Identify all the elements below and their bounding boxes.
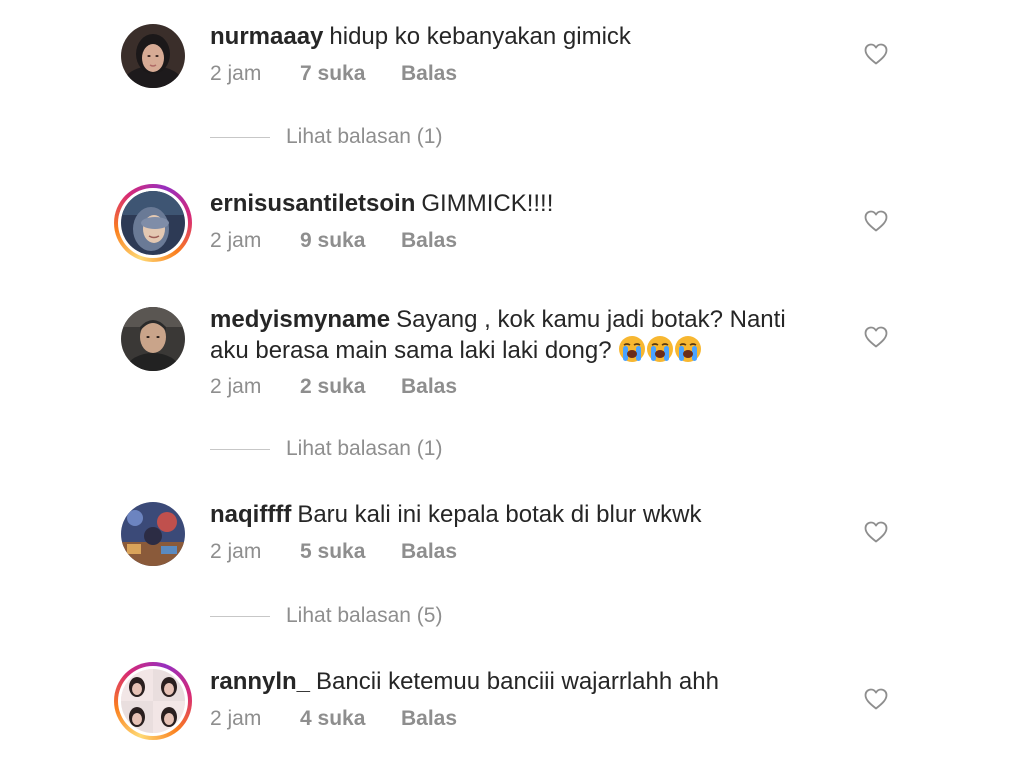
view-replies-label: Lihat balasan (1) bbox=[286, 125, 443, 148]
comment-body: Bancii ketemuu banciii wajarrlahh ahh bbox=[316, 668, 719, 695]
comment-meta: 2 jam 2 suka Balas bbox=[210, 375, 457, 399]
heart-outline-icon[interactable] bbox=[864, 521, 888, 543]
reply-button[interactable]: Balas bbox=[401, 540, 457, 564]
avatar[interactable] bbox=[121, 307, 185, 371]
comment-time: 2 jam bbox=[210, 62, 262, 85]
comment-body: hidup ko kebanyakan gimick bbox=[329, 23, 631, 50]
comment-text: rannyln_ Bancii ketemuu banciii wajarrlah… bbox=[210, 666, 830, 697]
comment-text: medyismyname Sayang , kok kamu jadi botak… bbox=[210, 304, 830, 366]
avatar[interactable] bbox=[121, 24, 185, 88]
comment-likes[interactable]: 4 suka bbox=[300, 707, 401, 731]
avatar-story-ring[interactable] bbox=[114, 662, 192, 740]
comment-meta: 2 jam 9 suka Balas bbox=[210, 229, 457, 253]
comment-text: ernisusantiletsoin GIMMICK!!!! bbox=[210, 188, 830, 219]
view-replies-label: Lihat balasan (1) bbox=[286, 437, 443, 460]
avatar bbox=[121, 669, 185, 733]
reply-button[interactable]: Balas bbox=[401, 62, 457, 86]
comment-time: 2 jam bbox=[210, 707, 262, 730]
comment-meta: 2 jam 5 suka Balas bbox=[210, 540, 457, 564]
loudly-crying-face-icon bbox=[647, 336, 674, 362]
heart-outline-icon[interactable] bbox=[864, 43, 888, 65]
emoji-group bbox=[618, 336, 702, 364]
comment-username[interactable]: medyismyname bbox=[210, 306, 390, 333]
avatar[interactable] bbox=[121, 502, 185, 566]
heart-outline-icon[interactable] bbox=[864, 688, 888, 710]
avatar bbox=[121, 191, 185, 255]
replies-divider-line bbox=[210, 448, 270, 450]
replies-divider-line bbox=[210, 615, 270, 617]
view-replies-button[interactable]: Lihat balasan (1) bbox=[210, 437, 442, 461]
comment-username[interactable]: nurmaaay bbox=[210, 23, 323, 50]
comment-likes[interactable]: 9 suka bbox=[300, 229, 401, 253]
view-replies-label: Lihat balasan (5) bbox=[286, 604, 443, 627]
loudly-crying-face-icon bbox=[619, 336, 646, 362]
comment-likes[interactable]: 5 suka bbox=[300, 540, 401, 564]
comment-username[interactable]: naqiffff bbox=[210, 501, 291, 528]
comment-meta: 2 jam 4 suka Balas bbox=[210, 707, 457, 731]
reply-button[interactable]: Balas bbox=[401, 375, 457, 399]
comment-meta: 2 jam 7 suka Balas bbox=[210, 62, 457, 86]
comment-text: nurmaaay hidup ko kebanyakan gimick bbox=[210, 21, 830, 52]
comment-likes[interactable]: 2 suka bbox=[300, 375, 401, 399]
comment-time: 2 jam bbox=[210, 540, 262, 563]
loudly-crying-face-icon bbox=[675, 336, 702, 362]
comment-likes[interactable]: 7 suka bbox=[300, 62, 401, 86]
comment-username[interactable]: rannyln_ bbox=[210, 668, 310, 695]
comment-username[interactable]: ernisusantiletsoin bbox=[210, 190, 415, 217]
comment-time: 2 jam bbox=[210, 229, 262, 252]
reply-button[interactable]: Balas bbox=[401, 707, 457, 731]
comment-text: naqiffff Baru kali ini kepala botak di bl… bbox=[210, 499, 830, 530]
replies-divider-line bbox=[210, 136, 270, 138]
comment-body: Baru kali ini kepala botak di blur wkwk bbox=[297, 501, 702, 528]
avatar-story-ring[interactable] bbox=[114, 184, 192, 262]
comment-body: GIMMICK!!!! bbox=[421, 190, 554, 217]
heart-outline-icon[interactable] bbox=[864, 326, 888, 348]
comment-time: 2 jam bbox=[210, 375, 262, 398]
reply-button[interactable]: Balas bbox=[401, 229, 457, 253]
view-replies-button[interactable]: Lihat balasan (1) bbox=[210, 125, 442, 149]
heart-outline-icon[interactable] bbox=[864, 210, 888, 232]
view-replies-button[interactable]: Lihat balasan (5) bbox=[210, 604, 442, 628]
